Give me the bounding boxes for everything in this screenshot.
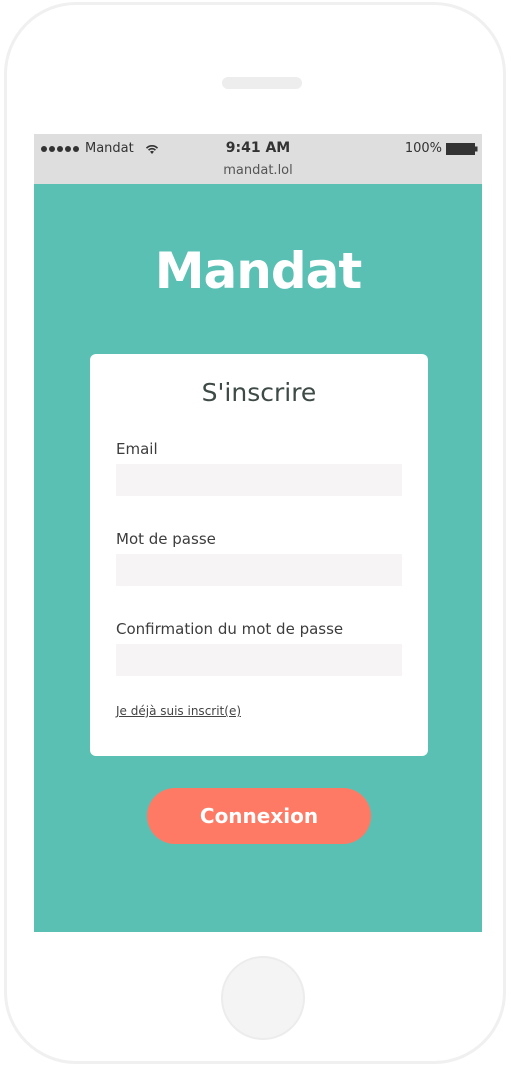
confirm-password-field[interactable] [116,644,402,676]
url-bar[interactable]: mandat.lol [34,163,482,178]
battery-icon [446,142,478,155]
phone-speaker [222,77,302,89]
password-label: Mot de passe [116,530,216,548]
app-logo: Mandat [154,242,363,300]
already-registered-link[interactable]: Je déjà suis inscrit(e) [116,704,241,718]
app-screen: Mandat 9:41 AM 100% mandat.lol Mandat S'… [34,134,482,932]
status-bar: Mandat 9:41 AM 100% mandat.lol [34,134,482,184]
email-label: Email [116,440,158,458]
email-field[interactable] [116,464,402,496]
home-button[interactable] [221,956,305,1040]
battery-percent: 100% [404,141,442,156]
status-right: 100% [405,141,478,156]
confirm-password-label: Confirmation du mot de passe [116,620,344,638]
password-field[interactable] [116,554,402,586]
signup-card: S'inscrire Email Mot de passe Confirmati… [90,354,428,756]
form-title: S'inscrire [201,378,317,407]
connect-button[interactable]: Connexion [147,788,371,844]
